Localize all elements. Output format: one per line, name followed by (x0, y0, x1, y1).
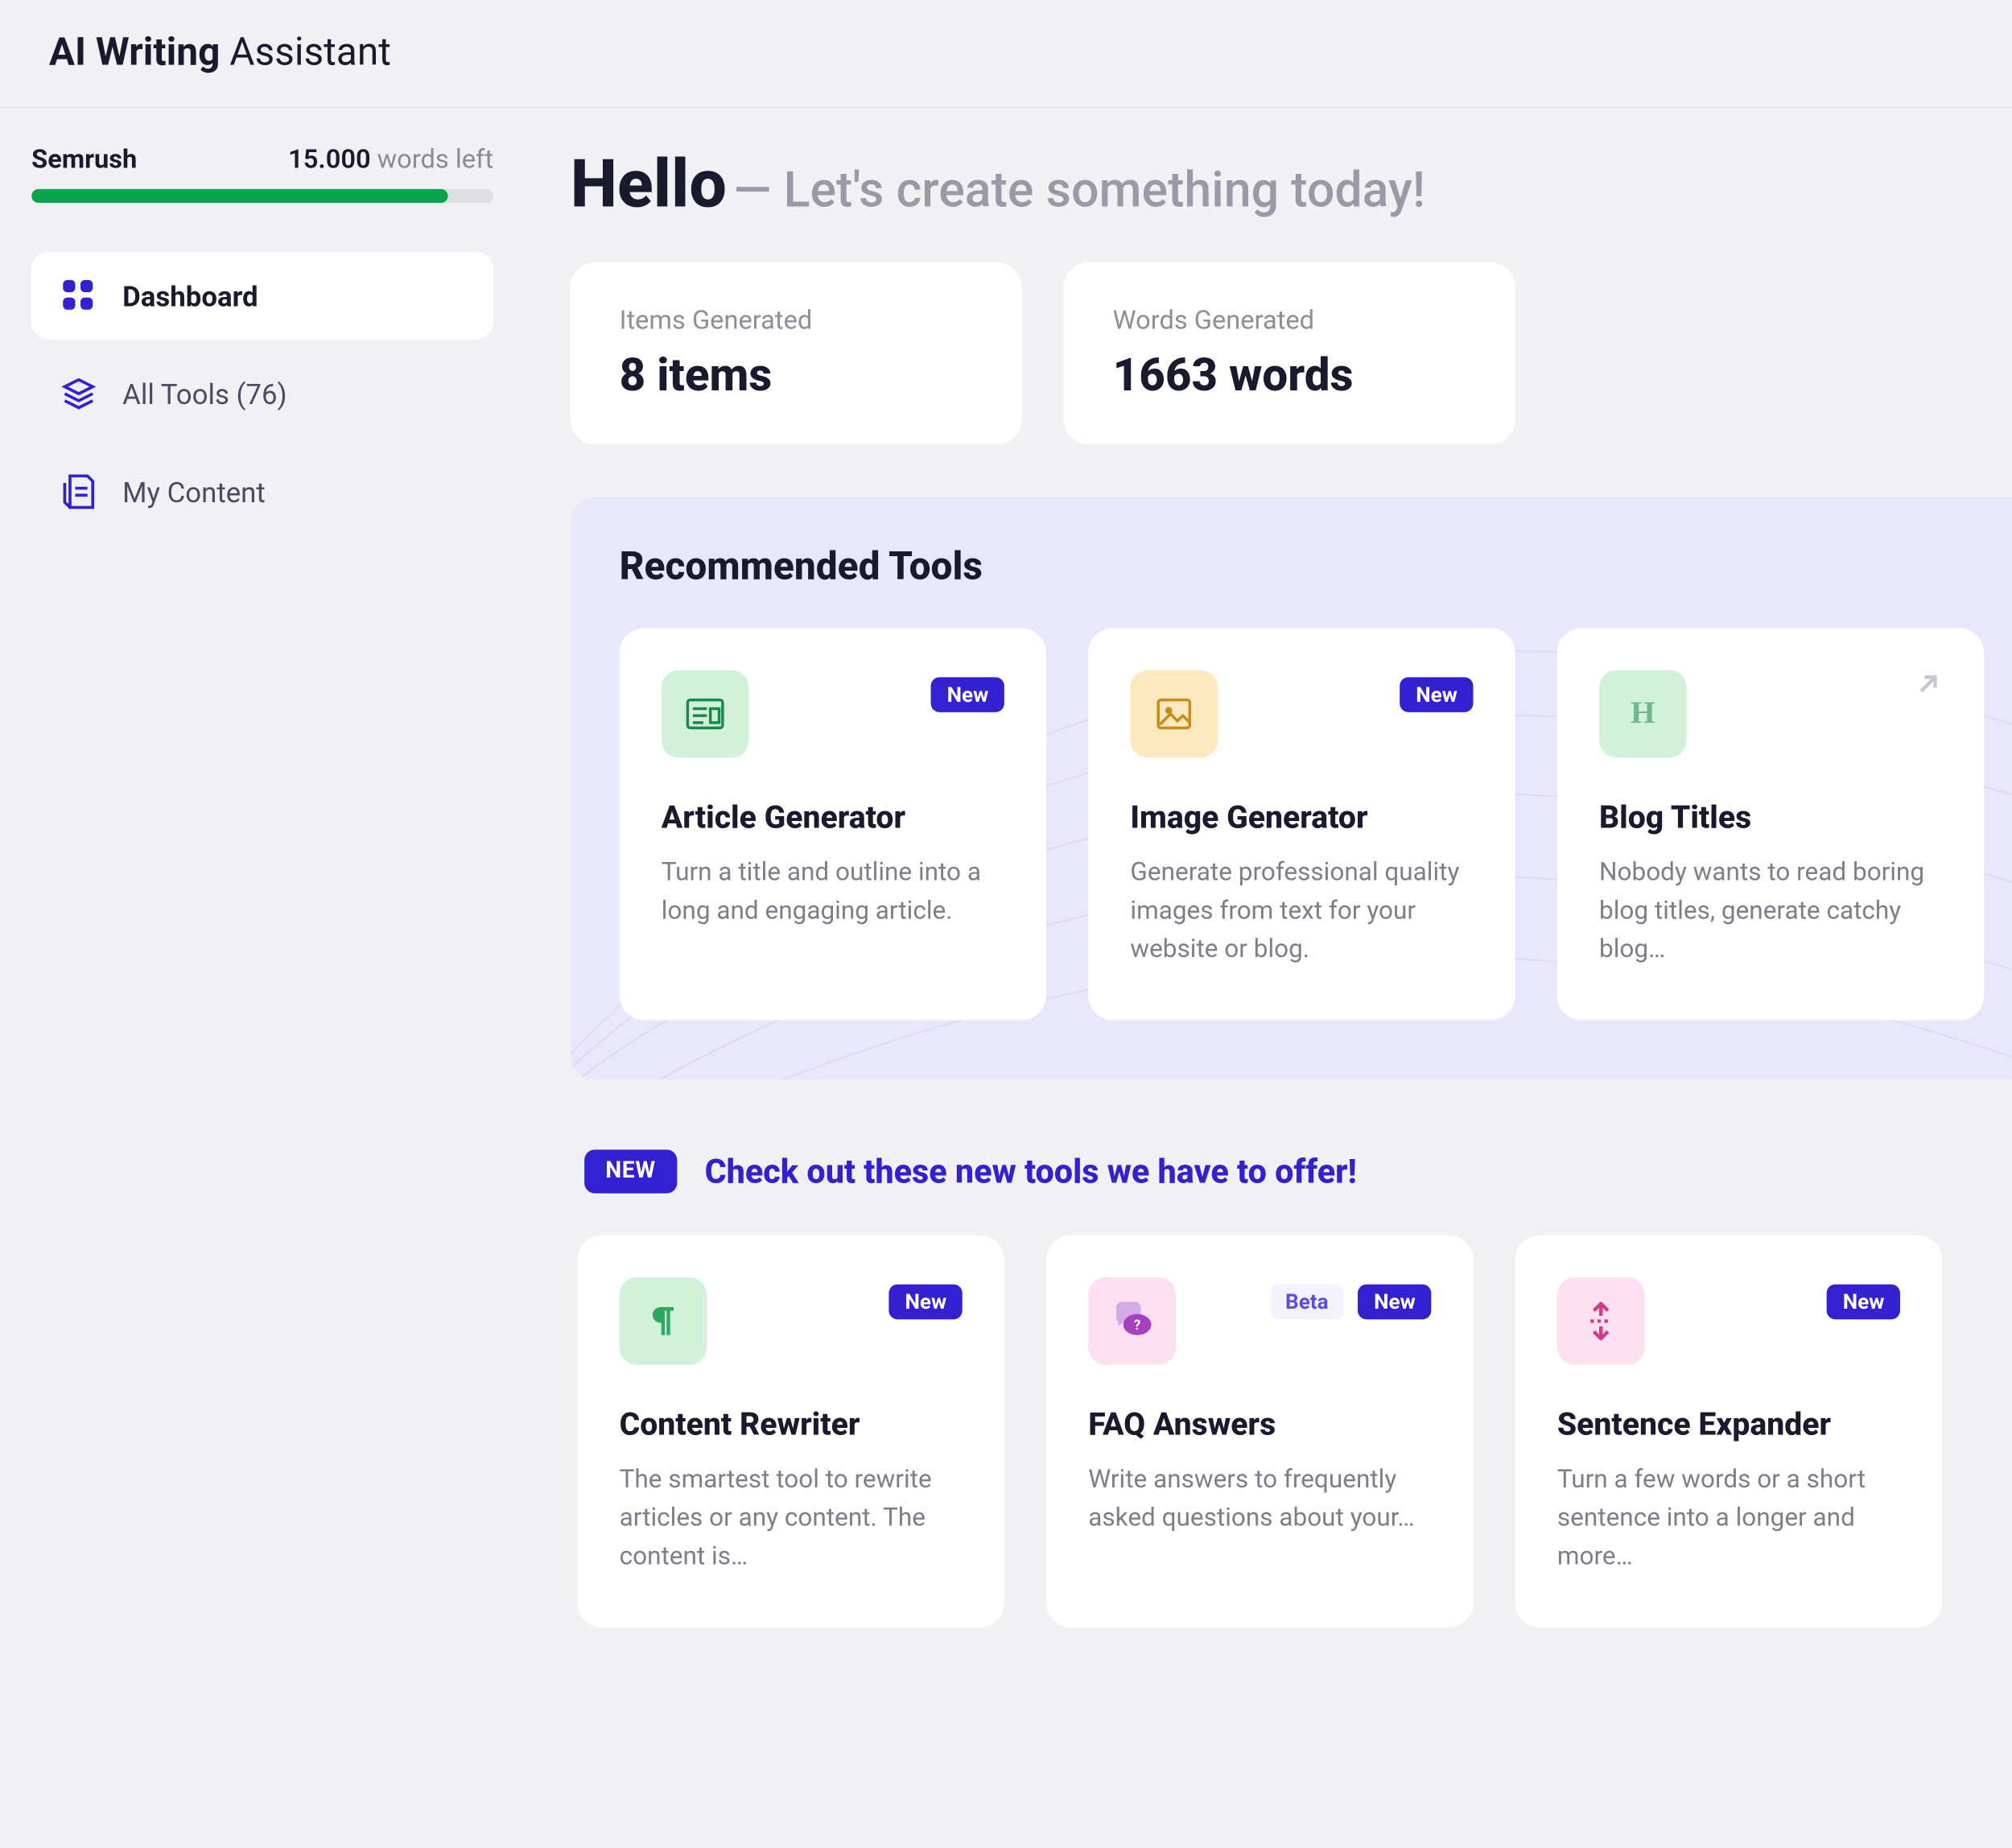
main-content: Hello — Let's create something today! It… (525, 109, 2012, 1666)
stat-label: Items Generated (620, 304, 973, 336)
new-tools-header: NEW Check out these new tools we have to… (577, 1149, 2012, 1235)
sidebar-item-label: My Content (122, 475, 266, 508)
new-tools-headline: Check out these new tools we have to off… (705, 1151, 1357, 1191)
stats-row: Items Generated 8 items Words Generated … (571, 262, 2012, 444)
tool-title: Content Rewriter (620, 1407, 963, 1444)
tool-title: Article Generator (662, 800, 1004, 837)
account-name: Semrush (31, 143, 137, 175)
app-title: AI Writing Assistant (49, 31, 1963, 75)
new-badge: New (1827, 1285, 1900, 1319)
stat-items-generated: Items Generated 8 items (571, 262, 1022, 444)
faq-icon: ? (1088, 1277, 1176, 1365)
tool-title: Image Generator (1130, 800, 1473, 837)
article-icon (662, 670, 749, 758)
tool-card-blog-titles[interactable]: H Blog Titles Nobody wants to read borin… (1557, 628, 1984, 1020)
new-badge: New (1359, 1285, 1432, 1319)
greeting-subtitle: — Let's create something today! (734, 161, 1425, 219)
tool-card-faq-answers[interactable]: ? Beta New FAQ Answers Write answers to … (1046, 1235, 1473, 1627)
tool-description: Nobody wants to read boring blog titles,… (1599, 854, 1942, 968)
new-badge: New (1400, 677, 1474, 712)
app-header: AI Writing Assistant (0, 0, 2012, 109)
tool-card-image-generator[interactable]: New Image Generator Generate professiona… (1088, 628, 1515, 1020)
content-icon (60, 472, 98, 511)
new-pill: NEW (584, 1149, 677, 1193)
tools-icon (60, 374, 98, 413)
tool-title: Blog Titles (1599, 800, 1942, 837)
sidebar-item-dashboard[interactable]: Dashboard (31, 252, 493, 340)
tool-title: FAQ Answers (1088, 1407, 1431, 1444)
heading-icon: H (1599, 670, 1687, 758)
sidebar: Semrush 15.000 words left (0, 109, 525, 1666)
recommended-section: Recommended Tools New (571, 497, 2012, 1079)
usage-progress (31, 189, 493, 203)
tool-card-article-generator[interactable]: New Article Generator Turn a title and o… (620, 628, 1046, 1020)
sidebar-item-label: All Tools (76) (122, 377, 287, 410)
sidebar-item-all-tools[interactable]: All Tools (76) (31, 350, 493, 438)
svg-text:H: H (1631, 695, 1655, 730)
greeting: Hello — Let's create something today! (571, 147, 2012, 225)
recommended-title: Recommended Tools (620, 546, 1985, 589)
dashboard-icon (60, 276, 98, 315)
words-left: 15.000 words left (288, 143, 493, 175)
new-tools-section: NEW Check out these new tools we have to… (571, 1149, 2012, 1627)
paragraph-icon (620, 1277, 707, 1365)
tool-description: Generate professional quality images fro… (1130, 854, 1473, 968)
new-badge: New (931, 677, 1004, 712)
tool-description: The smartest tool to rewrite articles or… (620, 1461, 963, 1575)
tool-card-sentence-expander[interactable]: New Sentence Expander Turn a few words o… (1515, 1235, 1942, 1627)
stat-value: 8 items (620, 350, 973, 402)
tool-title: Sentence Expander (1557, 1407, 1900, 1444)
stat-value: 1663 words (1113, 350, 1466, 402)
sidebar-nav: Dashboard All Tools (76) (31, 252, 493, 535)
tool-description: Turn a title and outline into a long and… (662, 854, 1004, 930)
usage-widget: Semrush 15.000 words left (31, 143, 493, 203)
sidebar-item-label: Dashboard (122, 279, 258, 312)
svg-text:?: ? (1134, 1318, 1141, 1334)
expand-icon (1557, 1277, 1645, 1365)
usage-progress-bar (31, 189, 447, 203)
tool-description: Write answers to frequently asked questi… (1088, 1461, 1431, 1537)
new-badge: New (889, 1285, 963, 1319)
tool-description: Turn a few words or a short sentence int… (1557, 1461, 1900, 1575)
stat-label: Words Generated (1113, 304, 1466, 336)
sidebar-item-my-content[interactable]: My Content (31, 448, 493, 536)
recommended-cards: New Article Generator Turn a title and o… (620, 628, 1985, 1020)
beta-badge: Beta (1269, 1285, 1344, 1319)
open-arrow-icon (1911, 666, 1945, 708)
stat-words-generated: Words Generated 1663 words (1064, 262, 1515, 444)
greeting-hello: Hello (571, 147, 727, 225)
tool-card-content-rewriter[interactable]: New Content Rewriter The smartest tool t… (577, 1235, 1004, 1627)
image-icon (1130, 670, 1218, 758)
new-tools-cards: New Content Rewriter The smartest tool t… (577, 1235, 2012, 1627)
